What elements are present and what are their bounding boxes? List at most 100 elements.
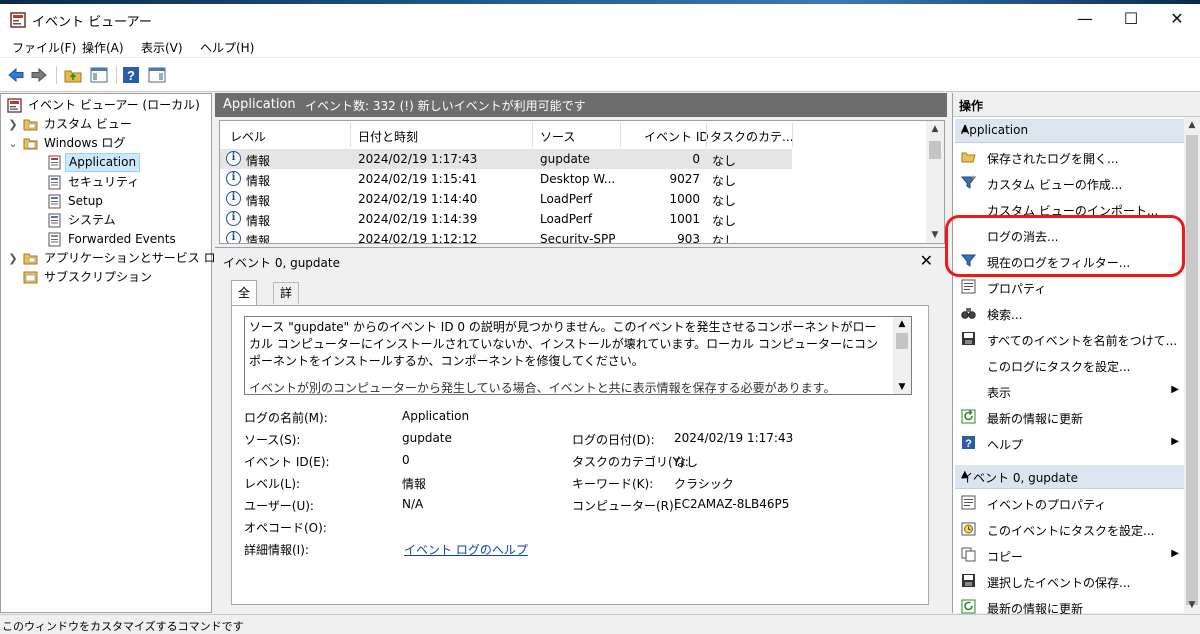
menu-action[interactable]: 操作(A): [82, 39, 124, 56]
event-description-box[interactable]: ソース "gupdate" からのイベント ID 0 の説明が見つかりません。こ…: [244, 316, 912, 395]
label-log-name: ログの名前(M):: [244, 411, 328, 425]
column-source[interactable]: ソース: [540, 128, 575, 145]
action-attach-task-to-log[interactable]: このログにタスクを設定...: [957, 352, 1185, 378]
save-icon: [962, 332, 975, 345]
scroll-down-icon[interactable]: ▼: [893, 380, 911, 394]
folder-open-icon: [23, 138, 38, 150]
action-filter-current-log[interactable]: 現在のログをフィルター...: [957, 248, 1185, 274]
log-header-title: Application: [223, 97, 296, 112]
help-icon[interactable]: ?: [122, 66, 140, 84]
event-log-help-link[interactable]: イベント ログのヘルプ: [404, 541, 528, 558]
folder-icon: [23, 119, 38, 131]
subscription-icon: [23, 271, 38, 284]
menu-view[interactable]: 表示(V): [141, 39, 183, 56]
collapse-arrow-icon[interactable]: ▲: [961, 123, 1175, 134]
show-hide-tree-icon[interactable]: [90, 66, 108, 84]
close-window-button[interactable]: ✕: [1154, 4, 1200, 34]
event-list-scrollbar[interactable]: ▲ ▼: [926, 121, 944, 243]
general-tab-body: ソース "gupdate" からのイベント ID 0 の説明が見つかりません。こ…: [231, 305, 929, 605]
expand-chevron-icon[interactable]: ❯: [7, 115, 19, 134]
log-icon: [48, 194, 61, 209]
action-clear-log[interactable]: ログの消去...: [957, 222, 1185, 248]
scroll-up-icon[interactable]: ▲: [1184, 117, 1200, 133]
value-keywords: クラシック: [674, 477, 734, 491]
table-row[interactable]: i 情報 2024/02/19 1:15:41 Desktop W... 902…: [220, 169, 792, 189]
actions-header: 操作: [953, 93, 1200, 117]
info-icon: i: [226, 231, 241, 243]
action-open-saved-log[interactable]: 保存されたログを開く...: [957, 144, 1185, 170]
scroll-thumb[interactable]: [896, 333, 908, 349]
menu-help[interactable]: ヘルプ(H): [200, 39, 254, 56]
value-source: gupdate: [402, 431, 452, 445]
column-datetime[interactable]: 日付と時刻: [358, 128, 418, 145]
maximize-button[interactable]: ☐: [1108, 4, 1154, 34]
minimize-button[interactable]: —: [1062, 4, 1108, 34]
action-copy[interactable]: コピー ▶: [957, 542, 1185, 568]
action-properties[interactable]: プロパティ: [957, 274, 1185, 300]
event-description-text: ソース "gupdate" からのイベント ID 0 の説明が見つかりません。こ…: [249, 320, 878, 368]
action-event-properties[interactable]: イベントのプロパティ: [957, 490, 1185, 516]
properties-icon: [961, 495, 976, 510]
status-text: このウィンドウをカスタマイズするコマンドです: [2, 620, 244, 633]
back-arrow-icon[interactable]: [7, 66, 25, 84]
actions-scrollbar[interactable]: ▲ ▼: [1184, 117, 1200, 613]
label-keywords: キーワード(K):: [572, 477, 654, 491]
log-icon: [48, 175, 61, 190]
action-refresh[interactable]: 最新の情報に更新: [957, 404, 1185, 430]
column-divider[interactable]: [350, 123, 351, 147]
column-divider[interactable]: [792, 123, 793, 147]
column-level[interactable]: レベル: [230, 128, 266, 145]
description-scrollbar[interactable]: ▲ ▼: [893, 317, 911, 394]
svg-text:?: ?: [127, 68, 135, 83]
menu-bar: ファイル(F) 操作(A) 表示(V) ヘルプ(H): [0, 34, 1200, 58]
scroll-down-icon[interactable]: ▼: [926, 227, 944, 243]
label-event-id: イベント ID(E):: [244, 455, 330, 469]
action-create-custom-view[interactable]: カスタム ビューの作成...: [957, 170, 1185, 196]
forward-arrow-icon[interactable]: [30, 66, 48, 84]
table-row[interactable]: i 情報 2024/02/19 1:14:40 LoadPerf 1000 なし: [220, 189, 792, 209]
table-row[interactable]: i 情報 2024/02/19 1:14:39 LoadPerf 1001 なし: [220, 209, 792, 229]
properties-icon: [961, 279, 976, 294]
action-import-custom-view[interactable]: カスタム ビューのインポート...: [957, 196, 1185, 222]
action-help[interactable]: ? ヘルプ ▶: [957, 430, 1185, 456]
value-event-id: 0: [402, 453, 410, 467]
show-action-pane-icon[interactable]: [148, 66, 166, 84]
value-computer: EC2AMAZ-8LB46P5: [674, 497, 790, 511]
table-row[interactable]: i 情報 2024/02/19 1:17:43 gupdate 0 なし: [220, 149, 792, 169]
scroll-up-icon[interactable]: ▲: [893, 317, 911, 331]
info-icon: i: [226, 151, 241, 166]
action-find[interactable]: 検索...: [957, 300, 1185, 326]
actions-section-application[interactable]: Application ▲: [955, 119, 1185, 143]
collapse-arrow-icon[interactable]: ▲: [961, 469, 1175, 480]
action-attach-task-to-event[interactable]: このイベントにタスクを設定...: [957, 516, 1185, 542]
action-save-all-events[interactable]: すべてのイベントを名前をつけて...: [957, 326, 1185, 352]
up-folder-icon[interactable]: [64, 66, 82, 84]
scroll-thumb[interactable]: [1186, 135, 1198, 605]
scroll-thumb[interactable]: [929, 141, 941, 159]
scroll-up-icon[interactable]: ▲: [926, 121, 944, 137]
navigation-tree: イベント ビューアー (ローカル) ❯ カスタム ビュー ⌄ Windows ロ…: [0, 93, 228, 613]
scroll-down-icon[interactable]: ▼: [1184, 597, 1200, 613]
window-title: イベント ビューアー: [32, 15, 152, 30]
column-divider[interactable]: [706, 123, 707, 147]
label-computer: コンピューター(R):: [572, 499, 678, 513]
expand-chevron-icon[interactable]: ❯: [7, 249, 19, 268]
column-task-category[interactable]: タスクのカテ...: [710, 128, 793, 145]
tab-details[interactable]: 詳細: [273, 282, 300, 320]
collapse-chevron-icon[interactable]: ⌄: [7, 134, 19, 153]
menu-file[interactable]: ファイル(F): [12, 39, 76, 56]
column-divider[interactable]: [620, 123, 621, 147]
close-detail-icon[interactable]: ✕: [920, 251, 933, 270]
tab-general[interactable]: 全般: [231, 280, 258, 324]
event-viewer-app-icon: [10, 12, 26, 28]
column-divider[interactable]: [532, 123, 533, 147]
folder-icon: [23, 253, 38, 265]
action-save-selected-events[interactable]: 選択したイベントの保存...: [957, 568, 1185, 594]
action-view[interactable]: 表示 ▶: [957, 378, 1185, 404]
submenu-arrow-icon: ▶: [1171, 384, 1179, 395]
column-event-id[interactable]: イベント ID: [644, 128, 709, 145]
value-log-name: Application: [402, 409, 470, 423]
actions-section-event[interactable]: イベント 0, gupdate ▲: [955, 465, 1185, 489]
status-bar: このウィンドウをカスタマイズするコマンドです: [0, 614, 1200, 633]
table-row[interactable]: i 情報 2024/02/19 1:12:12 Security-SPP 903…: [220, 229, 792, 243]
